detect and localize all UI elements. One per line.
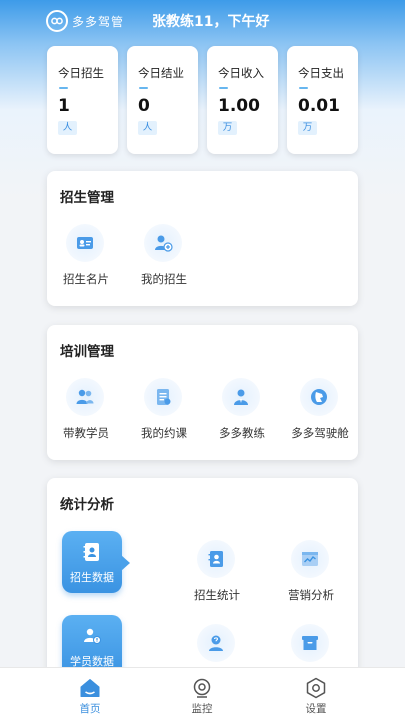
nav-label: 监控 [191,703,213,715]
nav-label: 设置 [305,703,327,715]
grid-item-marketing[interactable]: 营销分析 [272,540,350,610]
grid-item-label: 我的招生 [141,272,187,286]
grid-item-label: 我的约课 [141,426,187,440]
grid-item-enroll-card[interactable]: 招生名片 [47,224,125,294]
stat-divider [59,87,68,89]
logo-icon [46,10,68,32]
settings-icon [306,677,326,699]
students-icon [66,378,104,416]
stat-value: 0.01 [298,96,340,116]
stat-value: 0 [138,96,150,116]
grid-item-my-enroll[interactable]: 我的招生 [125,224,203,294]
stat-divider [219,87,228,89]
stat-divider [139,87,148,89]
grid-item-cockpit[interactable]: 多多驾驶舱 [281,378,359,448]
stat-card-expense[interactable]: 今日支出 0.01 万 [287,46,358,154]
marketing-chart-icon [291,540,329,578]
stat-unit-badge: 人 [58,121,77,135]
archive-box-icon [291,624,329,662]
stat-unit-badge: 人 [138,121,157,135]
grid-item-label: 多多驾驶舱 [291,426,349,440]
training-section: 培训管理 带教学员 我的约课 多多教练 多多驾驶舱 [47,325,358,460]
stat-card-income[interactable]: 今日收入 1.00 万 [207,46,278,154]
today-stats: 今日招生 1 人 今日结业 0 人 今日收入 1.00 万 今日支出 0.01 … [47,46,358,154]
stat-title: 今日收入 [218,66,264,80]
nav-item-monitor[interactable]: 监控 [167,668,237,720]
nav-item-settings[interactable]: 设置 [281,668,351,720]
stat-card-graduate[interactable]: 今日结业 0 人 [127,46,198,154]
stat-title: 今日招生 [58,66,104,80]
booking-icon [144,378,182,416]
tab-enroll-data[interactable]: 招生数据 [62,531,130,593]
enrollment-section: 招生管理 招生名片 我的招生 [47,171,358,306]
student-data-icon [84,628,101,644]
grid-item-coach[interactable]: 多多教练 [203,378,281,448]
nav-item-home[interactable]: 首页 [55,668,125,720]
section-title: 统计分析 [60,497,114,513]
analytics-section: 统计分析 招生数据 学员数据 招生统计 营销分析 [47,478,358,678]
section-title: 培训管理 [60,344,114,360]
app-header: 多多驾管 张教练11，下午好 [0,0,405,42]
active-tab-indicator [121,555,130,571]
add-user-icon [144,224,182,262]
grid-item-label: 带教学员 [63,426,109,440]
grid-item-label: 招生统计 [194,588,240,602]
stat-value: 1.00 [218,96,260,116]
bottom-nav: 首页 监控 设置 [0,667,405,720]
stat-unit-badge: 万 [298,121,317,135]
contacts-icon [83,543,99,561]
section-title: 招生管理 [60,190,114,206]
home-icon [80,679,100,697]
question-user-icon [197,624,235,662]
id-card-icon [66,224,104,262]
nav-label: 首页 [79,703,101,715]
grid-item-booking[interactable]: 我的约课 [125,378,203,448]
cockpit-icon [300,378,338,416]
logo-text: 多多驾管 [72,14,125,29]
monitor-icon [193,678,211,698]
grid-item-enroll-stat[interactable]: 招生统计 [178,540,256,610]
stat-unit-badge: 万 [218,121,237,135]
app-logo: 多多驾管 [46,10,124,32]
stat-value: 1 [58,96,70,116]
stat-card-enroll[interactable]: 今日招生 1 人 [47,46,118,154]
contacts-stat-icon [197,540,235,578]
stat-divider [299,87,308,89]
grid-item-label: 招生名片 [63,272,109,286]
stat-title: 今日支出 [298,66,344,80]
greeting-text: 张教练11，下午好 [152,14,270,30]
stat-title: 今日结业 [138,66,184,80]
grid-item-label: 营销分析 [288,588,334,602]
coach-icon [222,378,260,416]
side-tab-label: 招生数据 [70,571,114,584]
grid-item-students[interactable]: 带教学员 [47,378,125,448]
grid-item-label: 多多教练 [219,426,265,440]
